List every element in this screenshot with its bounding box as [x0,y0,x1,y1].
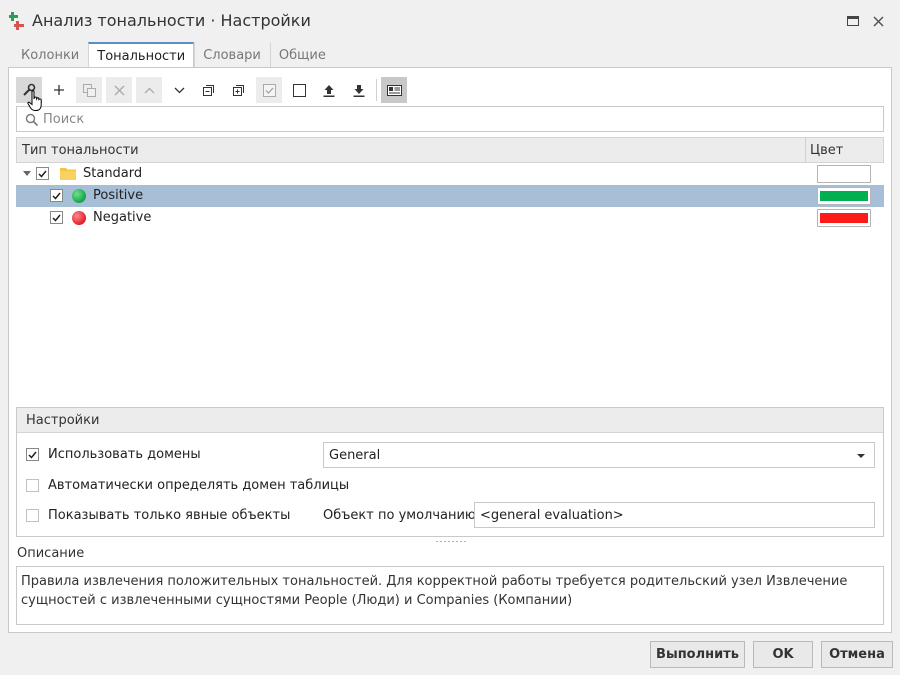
upload-icon [323,84,335,97]
check-all-button[interactable] [256,77,282,103]
auto-domain-label: Автоматически определять домен таблицы [48,478,350,493]
tab-general[interactable]: Общие [269,42,335,68]
close-icon [872,15,884,27]
explicit-only-label: Показывать только явные объекты [48,508,291,523]
move-down-button[interactable] [166,77,192,103]
close-button[interactable] [869,12,887,30]
use-domains-checkbox[interactable] [26,448,39,461]
window-title: Анализ тональности · Настройки [32,11,311,30]
default-object-value: <general evaluation> [480,508,624,523]
green-dot-icon [72,189,86,203]
tab-sentiments[interactable]: Тональности [88,42,195,68]
maximize-icon [847,16,859,26]
view-toggle-icon [386,84,402,96]
checkmark-icon [52,214,61,222]
sentiment-grid: Тип тональности Цвет Standard Positive N… [16,137,884,403]
description-label: Описание [17,546,85,561]
splitter-handle[interactable] [435,540,467,543]
folder-icon [60,168,76,180]
default-object-label: Объект по умолчанию [323,508,476,523]
collapse-all-button[interactable] [196,77,222,103]
row-checkbox[interactable] [50,189,63,202]
checkmark-icon [38,170,47,178]
uncheck-all-button[interactable] [286,77,312,103]
expand-all-icon [233,85,244,96]
checkmark-icon [52,192,61,200]
delete-x-icon [114,85,124,95]
color-swatch[interactable] [817,165,871,183]
search-input[interactable] [41,109,871,129]
row-checkbox[interactable] [36,167,49,180]
toolbar [16,77,411,103]
color-fill-negative [820,213,868,223]
toolbar-separator [376,79,377,101]
column-header-type[interactable]: Тип тональности [22,143,139,158]
sentiment-app-icon [9,12,24,30]
domain-select[interactable]: General [323,442,875,468]
row-label: Standard [83,166,143,181]
settings-title: Настройки [26,413,100,428]
tree-row-standard[interactable]: Standard [16,163,884,185]
auto-domain-checkbox[interactable] [26,479,39,492]
maximize-button[interactable] [844,12,862,30]
search-icon [25,113,39,127]
view-toggle-button[interactable] [381,77,407,103]
run-button[interactable]: Выполнить [650,641,745,668]
explicit-only-checkbox[interactable] [26,509,39,522]
search-box [16,106,884,132]
chevron-up-icon [144,87,154,93]
duplicate-button[interactable] [76,77,102,103]
checkmark-icon [28,451,37,459]
grid-header: Тип тональности Цвет [16,137,884,163]
import-button[interactable] [316,77,342,103]
column-header-color[interactable]: Цвет [810,143,843,158]
tab-dictionaries[interactable]: Словари [194,42,270,68]
default-object-field[interactable]: <general evaluation> [474,502,875,528]
row-label: Negative [93,210,152,225]
add-button[interactable] [46,77,72,103]
column-separator[interactable] [805,138,806,162]
row-checkbox[interactable] [50,211,63,224]
move-up-button[interactable] [136,77,162,103]
collapse-all-icon [203,85,214,96]
delete-button[interactable] [106,77,132,103]
uncheck-all-icon [292,83,306,97]
row-label: Positive [93,188,144,203]
color-swatch[interactable] [817,187,871,205]
color-fill-positive [820,191,868,201]
tree-row-positive[interactable]: Positive [16,185,884,207]
export-button[interactable] [346,77,372,103]
tree-row-negative[interactable]: Negative [16,207,884,229]
cancel-button[interactable]: Отмена [821,641,893,668]
hand-cursor-icon [27,90,42,111]
dropdown-arrow-icon [857,454,865,458]
settings-group: Настройки Использовать домены General Ав… [16,407,884,537]
domain-select-value: General [329,448,381,463]
download-icon [353,84,365,97]
expand-toggle-icon[interactable] [23,171,31,176]
chevron-down-icon [174,87,184,93]
color-swatch[interactable] [817,209,871,227]
copy-icon [82,83,96,97]
expand-all-button[interactable] [226,77,252,103]
tab-strip: Колонки Тональности Словари Общие [12,42,335,68]
check-all-icon [262,83,276,97]
settings-header: Настройки [17,408,883,433]
title-bar: Анализ тональности · Настройки [0,0,900,42]
use-domains-label: Использовать домены [48,447,201,462]
red-dot-icon [72,211,86,225]
description-text: Правила извлечения положительных тональн… [16,566,884,625]
ok-button[interactable]: OK [753,641,813,668]
tab-columns[interactable]: Колонки [12,42,88,68]
main-panel: Тип тональности Цвет Standard Positive [8,67,892,633]
plus-icon [54,85,64,95]
